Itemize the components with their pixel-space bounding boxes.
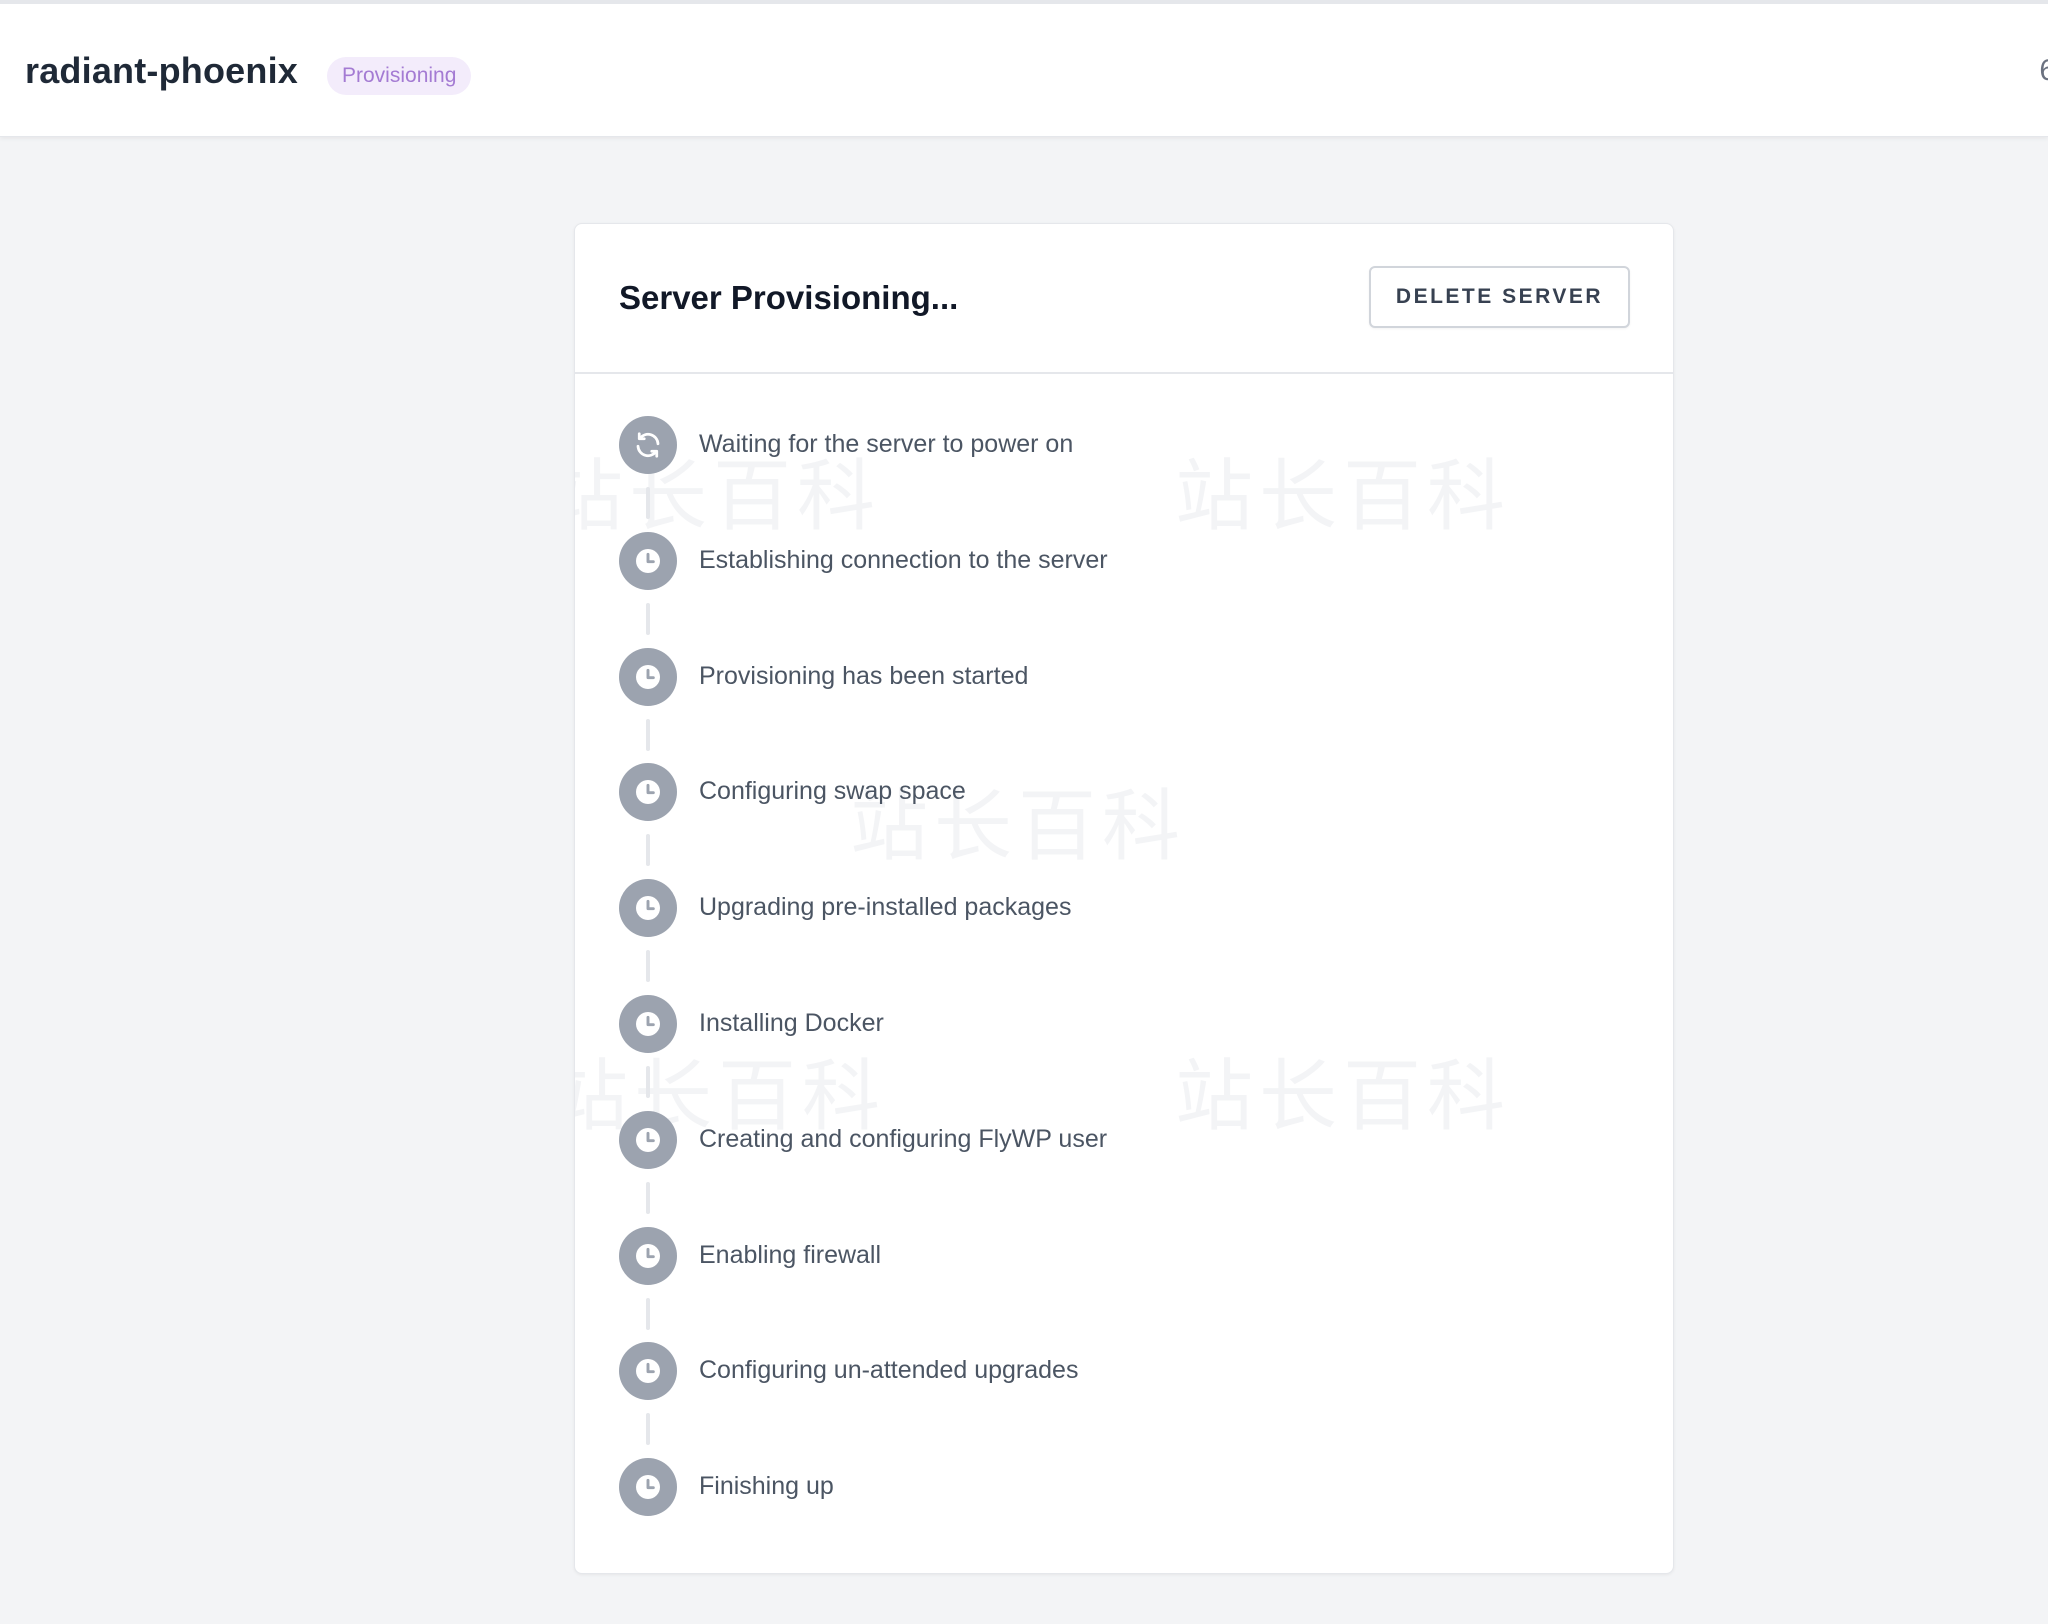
step-label: Upgrading pre-installed packages bbox=[699, 893, 1072, 922]
clock-icon bbox=[619, 531, 677, 590]
clock-icon bbox=[619, 647, 677, 706]
refresh-icon bbox=[619, 416, 677, 474]
step-item: Finishing up bbox=[619, 1458, 1619, 1573]
step-label: Installing Docker bbox=[699, 1008, 884, 1037]
step-label: Finishing up bbox=[699, 1472, 834, 1501]
step-item: Configuring un-attended upgrades bbox=[619, 1342, 1619, 1458]
step-label: Provisioning has been started bbox=[699, 661, 1029, 690]
clock-icon bbox=[619, 1110, 677, 1169]
step-item: Installing Docker bbox=[619, 994, 1619, 1111]
step-label: Establishing connection to the server bbox=[699, 545, 1108, 574]
step-label: Configuring swap space bbox=[699, 777, 966, 806]
step-connector bbox=[646, 487, 650, 519]
clock-icon bbox=[619, 994, 677, 1053]
status-badge: Provisioning bbox=[327, 57, 472, 95]
step-connector bbox=[646, 1065, 650, 1098]
step-connector bbox=[646, 1297, 650, 1330]
step-item: Creating and configuring FlyWP user bbox=[619, 1110, 1619, 1227]
clock-icon bbox=[619, 1226, 677, 1285]
step-item: Configuring swap space bbox=[619, 763, 1619, 879]
step-item: Provisioning has been started bbox=[619, 647, 1619, 764]
step-connector bbox=[646, 1181, 650, 1214]
step-label: Configuring un-attended upgrades bbox=[699, 1356, 1079, 1385]
step-item: Enabling firewall bbox=[619, 1226, 1619, 1343]
step-label: Enabling firewall bbox=[699, 1240, 882, 1269]
card-title: Server Provisioning... bbox=[619, 279, 959, 316]
card-header: Server Provisioning... DELETE SERVER bbox=[575, 224, 1673, 374]
step-label: Waiting for the server to power on bbox=[699, 430, 1074, 458]
step-label: Creating and configuring FlyWP user bbox=[699, 1124, 1108, 1153]
step-connector bbox=[646, 950, 650, 983]
clock-icon bbox=[619, 1342, 677, 1401]
provisioning-steps: Waiting for the server to power on Estab… bbox=[619, 416, 1619, 1573]
step-connector bbox=[646, 602, 650, 635]
cut-off-header-text: 6 bbox=[2039, 54, 2048, 87]
step-item: Upgrading pre-installed packages bbox=[619, 879, 1619, 995]
provisioning-card: 站长百科 站长百科 站长百科 站长百科 站长百科 Server Provisio… bbox=[574, 223, 1674, 1574]
clock-icon bbox=[619, 879, 677, 938]
delete-server-button[interactable]: DELETE SERVER bbox=[1369, 266, 1630, 328]
step-item: Waiting for the server to power on bbox=[619, 416, 1619, 532]
top-bar: radiant-phoenix Provisioning 6 bbox=[0, 0, 2048, 137]
server-name: radiant-phoenix bbox=[25, 50, 299, 91]
step-item: Establishing connection to the server bbox=[619, 531, 1619, 648]
clock-icon bbox=[619, 1458, 677, 1517]
step-connector bbox=[646, 1413, 650, 1446]
clock-icon bbox=[619, 763, 677, 822]
step-connector bbox=[646, 718, 650, 751]
step-connector bbox=[646, 834, 650, 867]
